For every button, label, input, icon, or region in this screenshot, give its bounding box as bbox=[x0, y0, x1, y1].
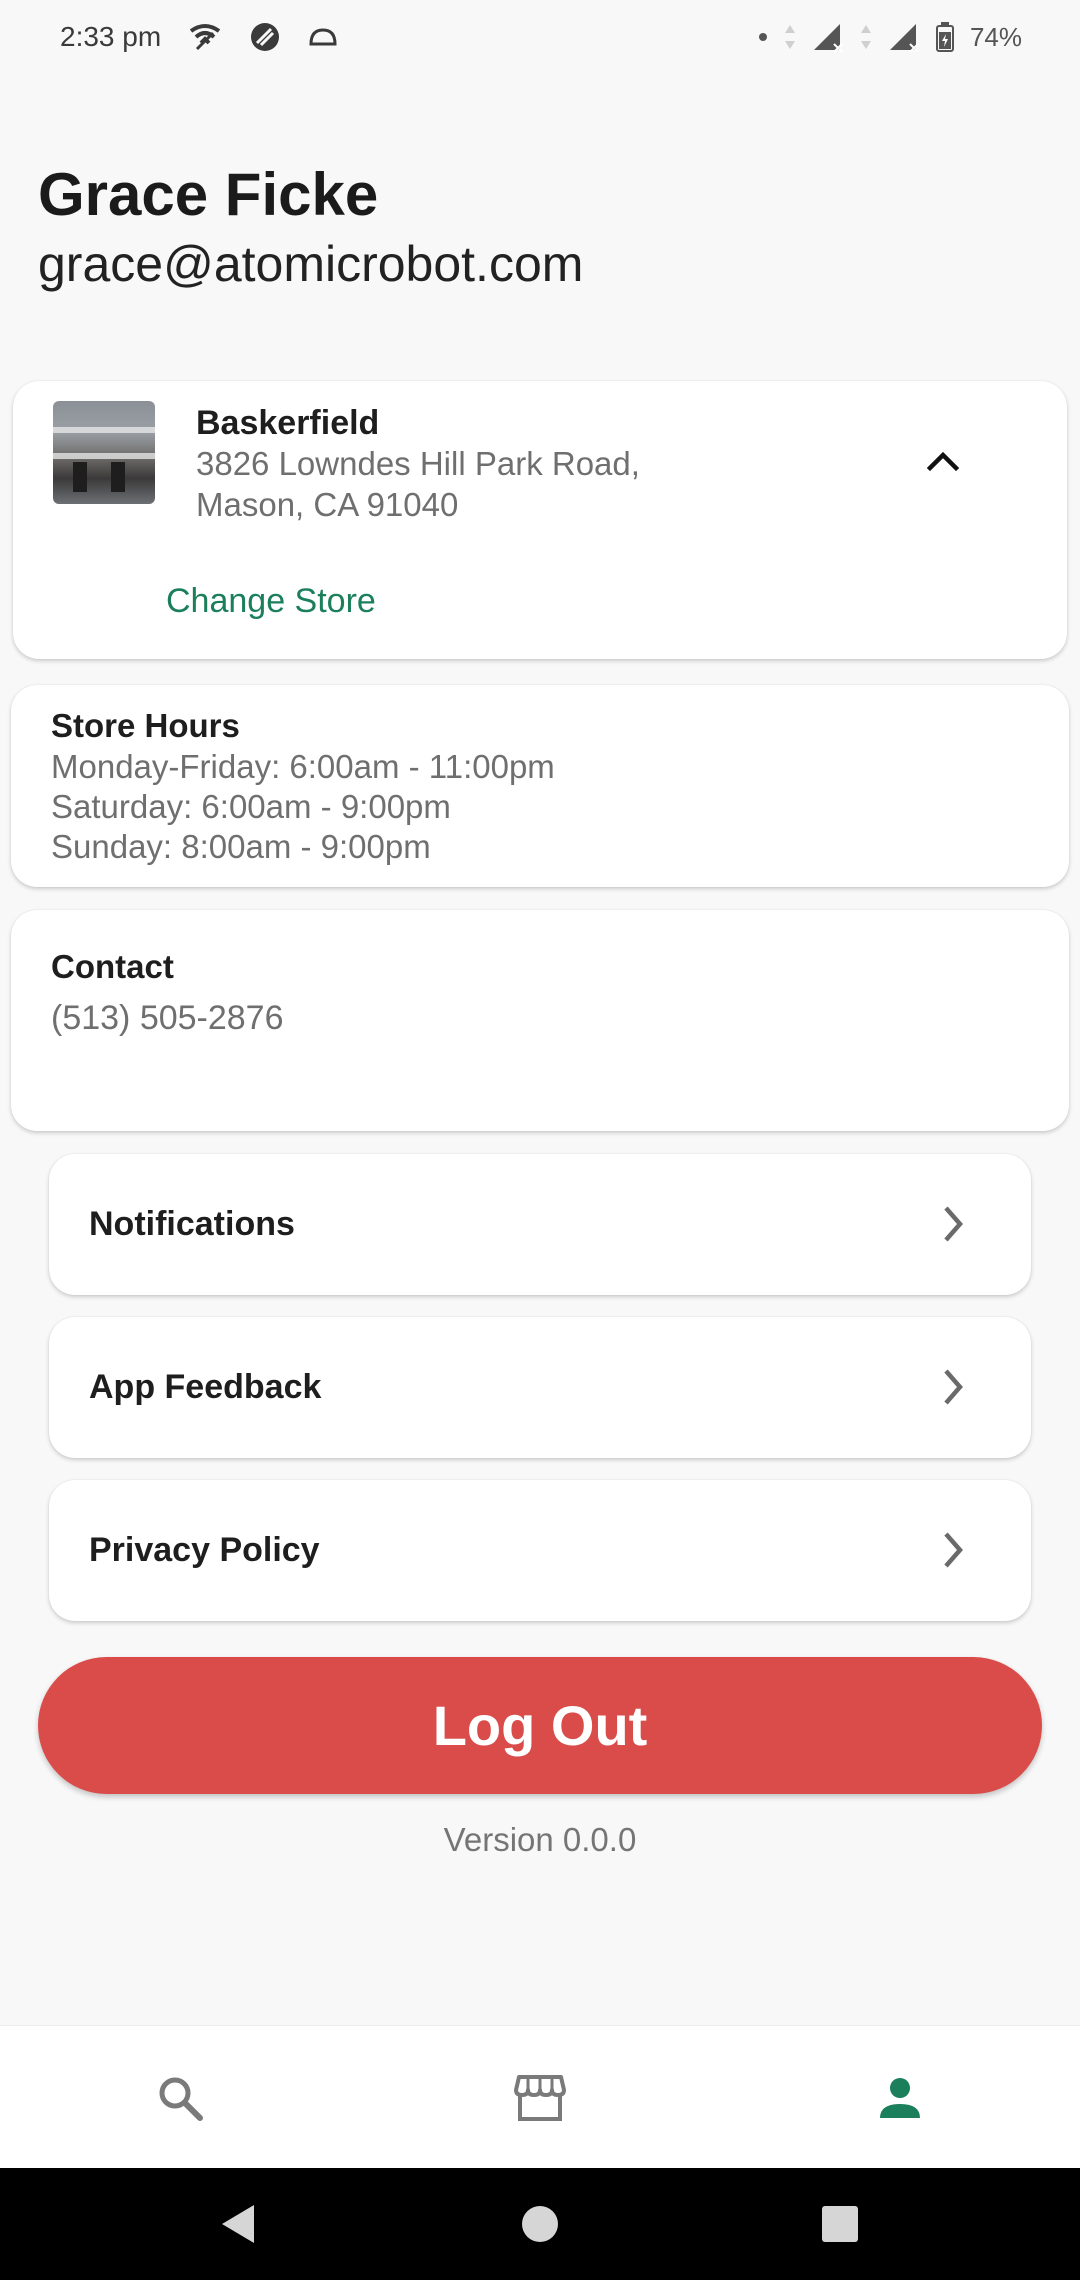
recents-button[interactable] bbox=[780, 2168, 900, 2280]
data-arrows-icon bbox=[860, 23, 872, 51]
store-card: Baskerfield 3826 Lowndes Hill Park Road,… bbox=[13, 381, 1067, 659]
back-button[interactable] bbox=[178, 2168, 298, 2280]
hours-line: Sunday: 8:00am - 9:00pm bbox=[51, 828, 431, 865]
contact-phone[interactable]: (513) 505-2876 bbox=[51, 996, 284, 1040]
app-feedback-menu-item[interactable]: App Feedback bbox=[49, 1317, 1031, 1458]
status-time: 2:33 pm bbox=[60, 21, 162, 52]
profile-icon bbox=[880, 2077, 920, 2118]
system-nav-bar bbox=[0, 2168, 1080, 2280]
recents-icon bbox=[822, 2206, 858, 2242]
vpn-icon bbox=[249, 21, 281, 53]
contact-card: Contact (513) 505-2876 bbox=[11, 910, 1069, 1131]
back-icon bbox=[222, 2205, 254, 2243]
logout-button[interactable]: Log Out bbox=[38, 1657, 1042, 1794]
privacy-policy-menu-item[interactable]: Privacy Policy bbox=[49, 1480, 1031, 1621]
notifications-menu-item[interactable]: Notifications bbox=[49, 1154, 1031, 1295]
profile-name: Grace Ficke bbox=[38, 161, 379, 228]
menu-item-label: Notifications bbox=[89, 1205, 295, 1243]
store-name: Baskerfield bbox=[196, 404, 380, 442]
data-arrows-icon bbox=[784, 23, 796, 51]
signal-icon bbox=[812, 22, 844, 52]
signal-icon bbox=[888, 22, 920, 52]
home-button[interactable] bbox=[480, 2168, 600, 2280]
dot-icon bbox=[758, 32, 768, 42]
chevron-right-icon bbox=[933, 1528, 973, 1572]
store-icon bbox=[514, 2074, 566, 2121]
store-hours-card: Store Hours Monday-Friday: 6:00am - 11:0… bbox=[11, 685, 1069, 887]
menu-item-label: App Feedback bbox=[89, 1368, 322, 1406]
chevron-right-icon bbox=[933, 1202, 973, 1246]
store-address: 3826 Lowndes Hill Park Road, Mason, CA 9… bbox=[196, 443, 716, 525]
home-icon bbox=[522, 2206, 558, 2242]
profile-email: grace@atomicrobot.com bbox=[38, 236, 584, 292]
store-address-line1: 3826 Lowndes Hill Park Road, bbox=[196, 445, 640, 482]
status-bar: 2:33 pm 74% bbox=[0, 0, 1080, 74]
contact-title: Contact bbox=[51, 948, 174, 985]
change-store-link[interactable]: Change Store bbox=[166, 579, 376, 623]
wifi-calling-icon bbox=[187, 23, 223, 51]
store-address-line2: Mason, CA 91040 bbox=[196, 486, 459, 523]
nav-search[interactable] bbox=[120, 2026, 240, 2169]
cloud-icon bbox=[307, 26, 339, 48]
collapse-store-button[interactable] bbox=[913, 439, 973, 483]
hours-line: Monday-Friday: 6:00am - 11:00pm bbox=[51, 748, 555, 785]
battery-percent: 74% bbox=[969, 21, 1022, 52]
profile-header: Grace Ficke grace@atomicrobot.com bbox=[38, 158, 583, 296]
battery-charging-icon bbox=[935, 22, 954, 52]
chevron-up-icon bbox=[926, 451, 960, 472]
store-hours-title: Store Hours bbox=[51, 707, 240, 744]
bottom-nav bbox=[0, 2025, 1080, 2168]
nav-profile[interactable] bbox=[840, 2026, 960, 2169]
search-icon bbox=[159, 2077, 203, 2121]
store-image bbox=[53, 401, 155, 504]
chevron-right-icon bbox=[933, 1365, 973, 1409]
app-version: Version 0.0.0 bbox=[443, 1821, 637, 1858]
nav-stores[interactable] bbox=[480, 2026, 600, 2169]
menu-item-label: Privacy Policy bbox=[89, 1531, 320, 1569]
hours-line: Saturday: 6:00am - 9:00pm bbox=[51, 788, 451, 825]
